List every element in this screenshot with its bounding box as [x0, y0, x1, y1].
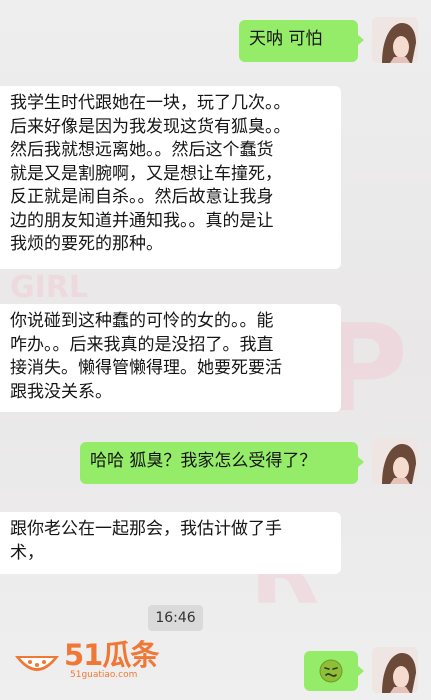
incoming-message-bubble[interactable]: 跟你老公在一起那会，我估计做了手 术， [0, 512, 341, 574]
incoming-message-bubble[interactable]: 我学生时代跟她在一块，玩了几次。。 后来好像是因为我发现这货有狐臭。。 然后我就… [0, 86, 341, 269]
message-text-line: 你说碰到这种蠢的可怜的女的。。能 [10, 311, 274, 331]
message-text-line: 边的朋友知道并通知我。。真的是让 [10, 210, 274, 231]
watermark-text: 51瓜条 [64, 638, 159, 672]
background-decoration: GIRL [10, 270, 89, 305]
chat-view: P R GIRL 天呐 可怕 我学生时代跟她在一块，玩了几次。。 后来好像是因为… [0, 0, 431, 700]
sick-face-emoji-icon [319, 659, 343, 683]
message-text-line: 接消失。懒得管懒得理。她要死要活 [10, 358, 282, 378]
message-text-line: 咋办。。后来我真的是没招了。我直 [10, 334, 274, 355]
outgoing-message-bubble[interactable]: 哈哈 狐臭？我家怎么受得了？ [80, 442, 364, 484]
message-text: 哈哈 狐臭？我家怎么受得了？ [90, 451, 317, 471]
incoming-message-bubble[interactable]: 你说碰到这种蠢的可怜的女的。。能 咋办。。后来我真的是没招了。我直 接消失。懒得… [0, 304, 341, 412]
message-text: 天呐 可怕 [249, 29, 323, 49]
avatar-image [372, 647, 418, 693]
user-avatar[interactable] [372, 647, 418, 693]
user-avatar[interactable] [372, 438, 418, 484]
avatar-image [372, 17, 418, 63]
watermark-url: 51guatiao.com [70, 670, 138, 680]
message-text-line: 跟你老公在一起那会，我估计做了手 [10, 519, 282, 539]
user-avatar[interactable] [372, 17, 418, 63]
message-text-line: 术， [10, 542, 44, 563]
message-text-line: 然后我就想远离她。。然后这个蠢货 [10, 140, 274, 160]
watermelon-logo-icon [15, 656, 59, 671]
message-text-line: 我学生时代跟她在一块，玩了几次。。 [10, 93, 291, 113]
message-text-line: 反正就是闹自杀。。然后故意让我身 [10, 187, 274, 207]
message-text-line: 就是又是割腕啊，又是想让车撞死， [10, 163, 282, 184]
site-watermark: 51瓜条 51guatiao.com [12, 628, 162, 688]
message-text-line: 跟我没关系。 [10, 381, 112, 402]
message-text-line: 我烦的要死的那种。 [10, 234, 163, 254]
avatar-image [372, 438, 418, 484]
message-text-line: 后来好像是因为我发现这货有狐臭。。 [10, 116, 291, 137]
outgoing-message-bubble[interactable]: 天呐 可怕 [239, 20, 364, 62]
